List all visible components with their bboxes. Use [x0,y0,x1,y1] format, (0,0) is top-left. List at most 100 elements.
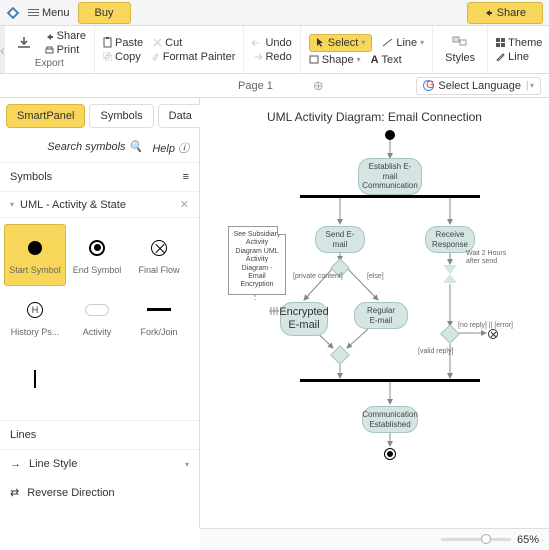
share-button[interactable]: Share [467,2,543,24]
history-icon: H [27,302,43,318]
activity-encrypted[interactable]: Encrypted E-mail [280,302,328,336]
symbols-section-header[interactable]: Symbols ≡ [0,162,199,192]
activity-comm-est[interactable]: Communication Established [362,406,418,433]
activity-send[interactable]: Send E-mail [315,226,365,253]
decision-2[interactable] [443,327,457,341]
tab-symbols[interactable]: Symbols [89,104,153,128]
lines-header-label: Lines [10,429,36,441]
redo-button[interactable]: Redo [252,51,291,63]
add-page-button[interactable]: ⊕ [313,78,324,94]
chevron-down-icon: ▾ [420,38,424,47]
lines-section: Lines →Line Style▾ ⇄Reverse Direction [0,420,199,507]
line-style-button[interactable]: Line [496,51,542,63]
share-icon [484,8,494,18]
share-tool-button[interactable]: Share [45,30,86,42]
help-link[interactable]: Help ⓘ [152,140,189,156]
slider-thumb[interactable] [481,534,491,544]
shape-label: Shape [322,54,354,66]
theme-group: Theme Line [488,26,549,73]
cut-label: Cut [165,37,182,49]
diamond-icon [330,345,350,365]
text-label: Text [382,54,402,66]
clipboard-group: Paste Cut Copy Format Painter [95,26,244,73]
tab-data[interactable]: Data [158,104,203,128]
left-panel: SmartPanel Symbols Data ✕ Search symbols… [0,98,200,528]
symbol-label: Start Symbol [9,265,61,275]
symbol-start[interactable]: Start Symbol [4,224,66,286]
menu-button[interactable]: Menu [28,7,70,19]
styles-button[interactable]: Styles [441,34,479,66]
search-symbols-link[interactable]: Search symbols 🔍 [47,140,142,156]
merge-1[interactable] [333,348,347,362]
undo-label: Undo [265,37,291,49]
buy-button[interactable]: Buy [78,2,131,24]
zoom-slider[interactable] [441,538,511,541]
help-icon: ⓘ [178,143,189,155]
footer: 65% [200,528,549,550]
time-event[interactable] [443,265,457,283]
flow-final[interactable] [488,329,498,339]
symbol-extra[interactable] [4,348,66,410]
library-header[interactable]: ▾ UML - Activity & State ✕ [0,192,199,218]
copy-icon [103,52,112,61]
select-tool-button[interactable]: Select▾ [309,34,373,52]
note-encryption[interactable]: See Subsidiary Activity Diagram UML Acti… [228,226,286,295]
chevron-down-icon: │▾ [525,81,534,90]
cut-icon [153,38,162,47]
fork-bar[interactable] [300,195,480,198]
insert-group: Select▾ Line▾ Shape▾ AText [301,26,433,73]
chevron-down-icon: ▾ [10,200,14,209]
symbol-fork-join[interactable]: Fork/Join [128,286,190,348]
undo-icon [252,39,262,47]
final-flow-icon [151,240,167,256]
line-style-label: Line Style [29,458,77,470]
language-label: Select Language [438,80,521,92]
line-style-option[interactable]: →Line Style▾ [0,450,199,478]
page-tab[interactable]: Page 1 [238,80,273,92]
print-button[interactable]: Print [45,44,86,56]
cut-button[interactable]: Cut [153,37,182,49]
paste-button[interactable]: Paste [103,37,143,49]
lines-section-header[interactable]: Lines [0,420,199,450]
activity-icon [85,304,109,316]
share-label: Share [497,7,526,19]
start-dot-icon [385,130,395,140]
copy-button[interactable]: Copy [103,51,141,63]
app-logo-icon [6,6,20,20]
start-node[interactable] [385,130,395,140]
symbol-end[interactable]: End Symbol [66,224,128,286]
panel-tabs: SmartPanel Symbols Data ✕ [0,98,199,134]
hourglass-icon [443,265,457,283]
text-tool-button[interactable]: AText [371,54,402,66]
activity-establish[interactable]: Establish E-mail Communication [358,158,422,195]
symbol-activity[interactable]: Activity [66,286,128,348]
close-library-icon[interactable]: ✕ [180,198,189,211]
symbol-final-flow[interactable]: Final Flow [128,224,190,286]
end-node[interactable] [384,448,396,460]
shape-tool-button[interactable]: Shape▾ [309,54,361,66]
activity-regular[interactable]: Regular E-mail [354,302,408,329]
swap-icon: ⇄ [10,486,19,499]
end-symbol-icon [89,240,105,256]
line-icon [382,38,393,47]
tab-smartpanel[interactable]: SmartPanel [6,104,85,128]
paste-label: Paste [115,37,143,49]
format-painter-button[interactable]: Format Painter [151,51,236,63]
vertical-bar-icon [34,370,36,388]
theme-button[interactable]: Theme [496,37,542,49]
copy-label: Copy [115,51,141,63]
join-bar[interactable] [300,379,480,382]
x-circle-icon [488,329,498,339]
diamond-icon [440,324,460,344]
symbol-history[interactable]: HHistory Ps... [4,286,66,348]
line-tool-button[interactable]: Line▾ [382,37,424,49]
canvas[interactable]: UML Activity Diagram: Email Connection [200,98,549,528]
search-help-row: Search symbols 🔍 Help ⓘ [0,134,199,162]
export-label: Export [13,58,86,69]
language-selector[interactable]: G Select Language │▾ [416,77,541,95]
styles-group: Styles [433,26,488,73]
reverse-direction-option[interactable]: ⇄Reverse Direction [0,478,199,507]
fork-join-icon [147,308,171,311]
undo-button[interactable]: Undo [252,37,291,49]
export-button[interactable] [13,35,35,51]
